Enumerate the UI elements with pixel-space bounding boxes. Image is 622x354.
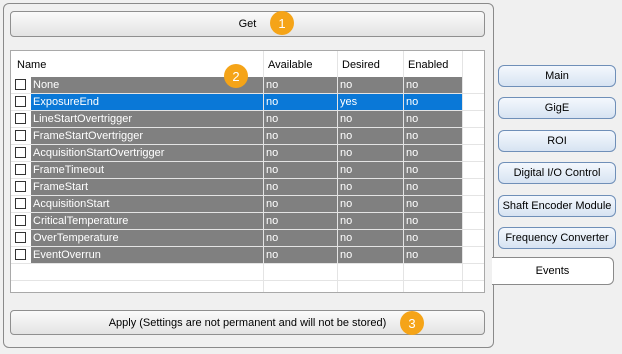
row-checkbox[interactable]	[15, 232, 26, 243]
tab-label: GigE	[544, 102, 570, 114]
cell-name[interactable]: AcquisitionStart	[31, 196, 263, 212]
tab-events[interactable]: Events	[492, 257, 614, 285]
cell-desired[interactable]: no	[338, 162, 403, 178]
cell-enabled[interactable]: no	[404, 230, 462, 246]
cell-enabled[interactable]: no	[404, 145, 462, 161]
cell-name[interactable]: OverTemperature	[31, 230, 263, 246]
cell-enabled[interactable]: no	[404, 179, 462, 195]
callout-badge-3: 3	[400, 311, 424, 335]
cell-available[interactable]: no	[264, 213, 337, 229]
cell-name[interactable]: CriticalTemperature	[31, 213, 263, 229]
cell-available[interactable]: no	[264, 77, 337, 93]
column-header-name[interactable]: Name	[17, 59, 46, 71]
table-row[interactable]: FrameStartOvertrigger no no no	[11, 128, 484, 145]
apply-button-label: Apply (Settings are not permanent and wi…	[108, 316, 387, 329]
tab-main[interactable]: Main	[498, 65, 616, 87]
callout-badge-2: 2	[224, 64, 248, 88]
get-button-label: Get	[238, 18, 257, 30]
cell-name[interactable]: FrameStart	[31, 179, 263, 195]
cell-available[interactable]: no	[264, 162, 337, 178]
cell-desired[interactable]: yes	[338, 94, 403, 110]
cell-desired[interactable]: no	[338, 247, 403, 263]
cell-available[interactable]: no	[264, 145, 337, 161]
cell-name[interactable]: AcquisitionStartOvertrigger	[31, 145, 263, 161]
table-row[interactable]: AcquisitionStartOvertrigger no no no	[11, 145, 484, 162]
grid-row-divider	[11, 263, 484, 264]
column-header-enabled[interactable]: Enabled	[408, 59, 448, 71]
tab-label: Digital I/O Control	[513, 167, 601, 179]
cell-enabled[interactable]: no	[404, 247, 462, 263]
cell-enabled[interactable]: no	[404, 94, 462, 110]
cell-available[interactable]: no	[264, 111, 337, 127]
tab-label: Events	[535, 265, 570, 277]
cell-enabled[interactable]: no	[404, 196, 462, 212]
table-row[interactable]: ExposureEnd no yes no	[11, 94, 484, 111]
table-row[interactable]: OverTemperature no no no	[11, 230, 484, 247]
tab-frequency-converter[interactable]: Frequency Converter	[498, 227, 616, 249]
column-header-available[interactable]: Available	[268, 59, 312, 71]
tab-gige[interactable]: GigE	[498, 97, 616, 119]
tab-label: Frequency Converter	[505, 232, 609, 244]
column-header-desired[interactable]: Desired	[342, 59, 380, 71]
row-checkbox[interactable]	[15, 147, 26, 158]
cell-name[interactable]: ExposureEnd	[31, 94, 263, 110]
callout-badge-1: 1	[270, 11, 294, 35]
table-row[interactable]: None no no no	[11, 77, 484, 94]
table-row[interactable]: FrameStart no no no	[11, 179, 484, 196]
grid-row-divider	[11, 280, 484, 281]
cell-desired[interactable]: no	[338, 196, 403, 212]
cell-name[interactable]: FrameTimeout	[31, 162, 263, 178]
cell-desired[interactable]: no	[338, 179, 403, 195]
table-row[interactable]: AcquisitionStart no no no	[11, 196, 484, 213]
table-row[interactable]: FrameTimeout no no no	[11, 162, 484, 179]
cell-available[interactable]: no	[264, 230, 337, 246]
cell-name[interactable]: LineStartOvertrigger	[31, 111, 263, 127]
table-row[interactable]: CriticalTemperature no no no	[11, 213, 484, 230]
cell-desired[interactable]: no	[338, 111, 403, 127]
cell-enabled[interactable]: no	[404, 128, 462, 144]
get-button[interactable]: Get	[10, 11, 485, 37]
cell-available[interactable]: no	[264, 128, 337, 144]
cell-desired[interactable]: no	[338, 213, 403, 229]
tab-roi[interactable]: ROI	[498, 130, 616, 152]
cell-enabled[interactable]: no	[404, 162, 462, 178]
cell-name[interactable]: EventOverrun	[31, 247, 263, 263]
tab-shaft-encoder-module[interactable]: Shaft Encoder Module	[498, 195, 616, 217]
cell-available[interactable]: no	[264, 179, 337, 195]
table-row[interactable]: LineStartOvertrigger no no no	[11, 111, 484, 128]
row-checkbox[interactable]	[15, 249, 26, 260]
row-checkbox[interactable]	[15, 164, 26, 175]
cell-enabled[interactable]: no	[404, 111, 462, 127]
row-checkbox[interactable]	[15, 113, 26, 124]
tab-label: Main	[545, 70, 569, 82]
row-checkbox[interactable]	[15, 198, 26, 209]
table-row[interactable]: EventOverrun no no no	[11, 247, 484, 264]
tab-label: ROI	[547, 135, 567, 147]
cell-available[interactable]: no	[264, 196, 337, 212]
row-checkbox[interactable]	[15, 130, 26, 141]
tab-label: Shaft Encoder Module	[502, 200, 612, 212]
cell-available[interactable]: no	[264, 247, 337, 263]
row-checkbox[interactable]	[15, 96, 26, 107]
cell-desired[interactable]: no	[338, 145, 403, 161]
cell-desired[interactable]: no	[338, 230, 403, 246]
events-grid[interactable]: Name Available Desired Enabled None no no n…	[10, 50, 485, 293]
cell-desired[interactable]: no	[338, 128, 403, 144]
cell-available[interactable]: no	[264, 94, 337, 110]
row-checkbox[interactable]	[15, 215, 26, 226]
cell-enabled[interactable]: no	[404, 77, 462, 93]
row-checkbox[interactable]	[15, 181, 26, 192]
cell-desired[interactable]: no	[338, 77, 403, 93]
row-checkbox[interactable]	[15, 79, 26, 90]
tab-digital-i-o-control[interactable]: Digital I/O Control	[498, 162, 616, 184]
cell-name[interactable]: FrameStartOvertrigger	[31, 128, 263, 144]
cell-enabled[interactable]: no	[404, 213, 462, 229]
